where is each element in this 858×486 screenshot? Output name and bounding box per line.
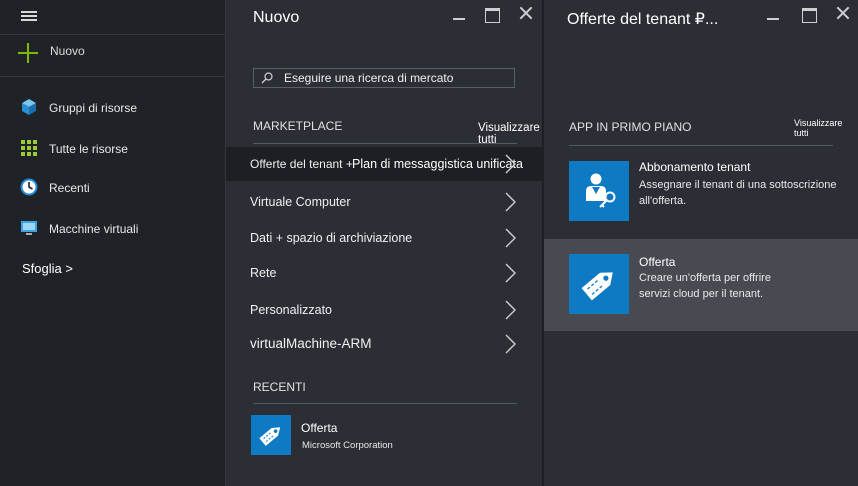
marketplace-item-network[interactable]: Rete: [226, 256, 543, 290]
plus-icon: [18, 43, 38, 63]
chevron-right-icon: [505, 263, 516, 283]
left-navigation: Nuovo Gruppi di risorse Tutte le risorse…: [0, 0, 226, 486]
marketplace-section-label: MARKETPLACE: [253, 119, 343, 133]
chevron-right-icon: [505, 334, 516, 354]
maximize-icon[interactable]: [802, 8, 817, 23]
grid-icon: [21, 140, 37, 156]
offer-tile: [251, 415, 291, 455]
section-divider: [253, 143, 517, 144]
marketplace-item-label: Dati + spazio di archiviazione: [250, 231, 413, 245]
see-all-link[interactable]: Visualizzare tutti: [794, 118, 858, 138]
marketplace-search[interactable]: [253, 68, 515, 88]
nav-item-resource-groups[interactable]: Gruppi di risorse: [20, 98, 220, 120]
marketplace-item-label: Personalizzato: [250, 303, 332, 317]
featured-item-title: Abbonamento tenant: [639, 160, 751, 174]
chevron-right-icon: [505, 228, 516, 248]
featured-item-title: Offerta: [639, 255, 676, 269]
nav-divider: [0, 76, 226, 77]
subscription-tile: [569, 161, 629, 221]
featured-item-description: Assegnare il tenant di una sottoscrizion…: [639, 177, 854, 209]
featured-item-tenant-subscription[interactable]: Abbonamento tenant Assegnare il tenant d…: [544, 146, 858, 238]
blade-title: Offerte del tenant ₽...: [567, 11, 719, 28]
blade-title: Nuovo: [253, 9, 300, 26]
chevron-right-icon: [505, 300, 516, 320]
chevron-right-icon: [505, 154, 516, 174]
offer-tile: [569, 254, 629, 314]
nav-item-virtual-machines[interactable]: Macchine virtuali: [20, 219, 220, 241]
marketplace-item-virtualmachine-arm[interactable]: virtualMachine-ARM: [226, 327, 543, 361]
monitor-icon: [21, 221, 37, 235]
tenant-offers-blade: Offerte del tenant ₽... APP IN PRIMO PIA…: [544, 0, 858, 486]
nav-item-label: Macchine virtuali: [49, 222, 139, 236]
description-line: Assegnare il tenant di una sottoscrizion…: [639, 179, 837, 191]
recent-item-title: Offerta: [301, 421, 338, 435]
description-line: all'offerta.: [639, 195, 687, 207]
clock-icon: [20, 178, 38, 196]
new-button-label: Nuovo: [50, 44, 85, 58]
tag-icon: [581, 272, 613, 301]
recent-item-offer[interactable]: Offerta Microsoft Corporation: [251, 415, 531, 455]
featured-item-description: Creare un'offerta per offrire servizi cl…: [639, 270, 849, 302]
minimize-icon[interactable]: [767, 6, 779, 20]
nav-item-label: Recenti: [49, 181, 90, 195]
minimize-icon[interactable]: [453, 6, 465, 20]
new-blade: Nuovo MARKETPLACE Visualizzare tutti Off…: [226, 0, 543, 486]
marketplace-item-label: virtualMachine-ARM: [250, 336, 372, 351]
marketplace-item-label: Offerte del tenant +: [250, 157, 353, 171]
user-key-icon: [586, 173, 616, 208]
nav-item-recent[interactable]: Recenti: [20, 178, 220, 200]
recent-item-publisher: Microsoft Corporation: [302, 440, 393, 451]
nav-item-all-resources[interactable]: Tutte le risorse: [20, 139, 220, 161]
tag-icon: [259, 427, 281, 446]
marketplace-item-tenant-offers[interactable]: Offerte del tenant + Plan di messaggisti…: [226, 147, 543, 181]
maximize-icon[interactable]: [485, 8, 500, 23]
new-button[interactable]: Nuovo: [18, 41, 218, 65]
close-icon[interactable]: [519, 6, 533, 20]
hamburger-menu-icon[interactable]: [21, 11, 37, 21]
nav-divider: [0, 34, 226, 35]
recent-section-label: RECENTI: [253, 380, 306, 394]
marketplace-item-virtual-computer[interactable]: Virtuale Computer: [226, 185, 543, 219]
search-input[interactable]: [284, 70, 509, 86]
search-icon: [261, 72, 273, 84]
featured-item-offer[interactable]: Offerta Creare un'offerta per offrire se…: [544, 239, 858, 331]
nav-item-label: Gruppi di risorse: [49, 101, 138, 115]
chevron-right-icon: [505, 192, 516, 212]
marketplace-item-label: Virtuale Computer: [250, 195, 351, 209]
section-divider: [253, 403, 517, 404]
marketplace-item-data-storage[interactable]: Dati + spazio di archiviazione: [226, 221, 543, 255]
description-line: servizi cloud per il tenant.: [639, 288, 764, 300]
close-icon[interactable]: [836, 6, 850, 20]
browse-link[interactable]: Sfoglia >: [22, 261, 73, 276]
marketplace-item-custom[interactable]: Personalizzato: [226, 293, 543, 327]
featured-section-label: APP IN PRIMO PIANO: [569, 120, 692, 134]
tooltip: Plan di messaggistica unificata: [352, 157, 523, 171]
marketplace-item-label: Rete: [250, 266, 277, 280]
description-line: Creare un'offerta per offrire: [639, 272, 771, 284]
cube-icon: [22, 99, 36, 115]
nav-item-label: Tutte le risorse: [49, 142, 128, 156]
